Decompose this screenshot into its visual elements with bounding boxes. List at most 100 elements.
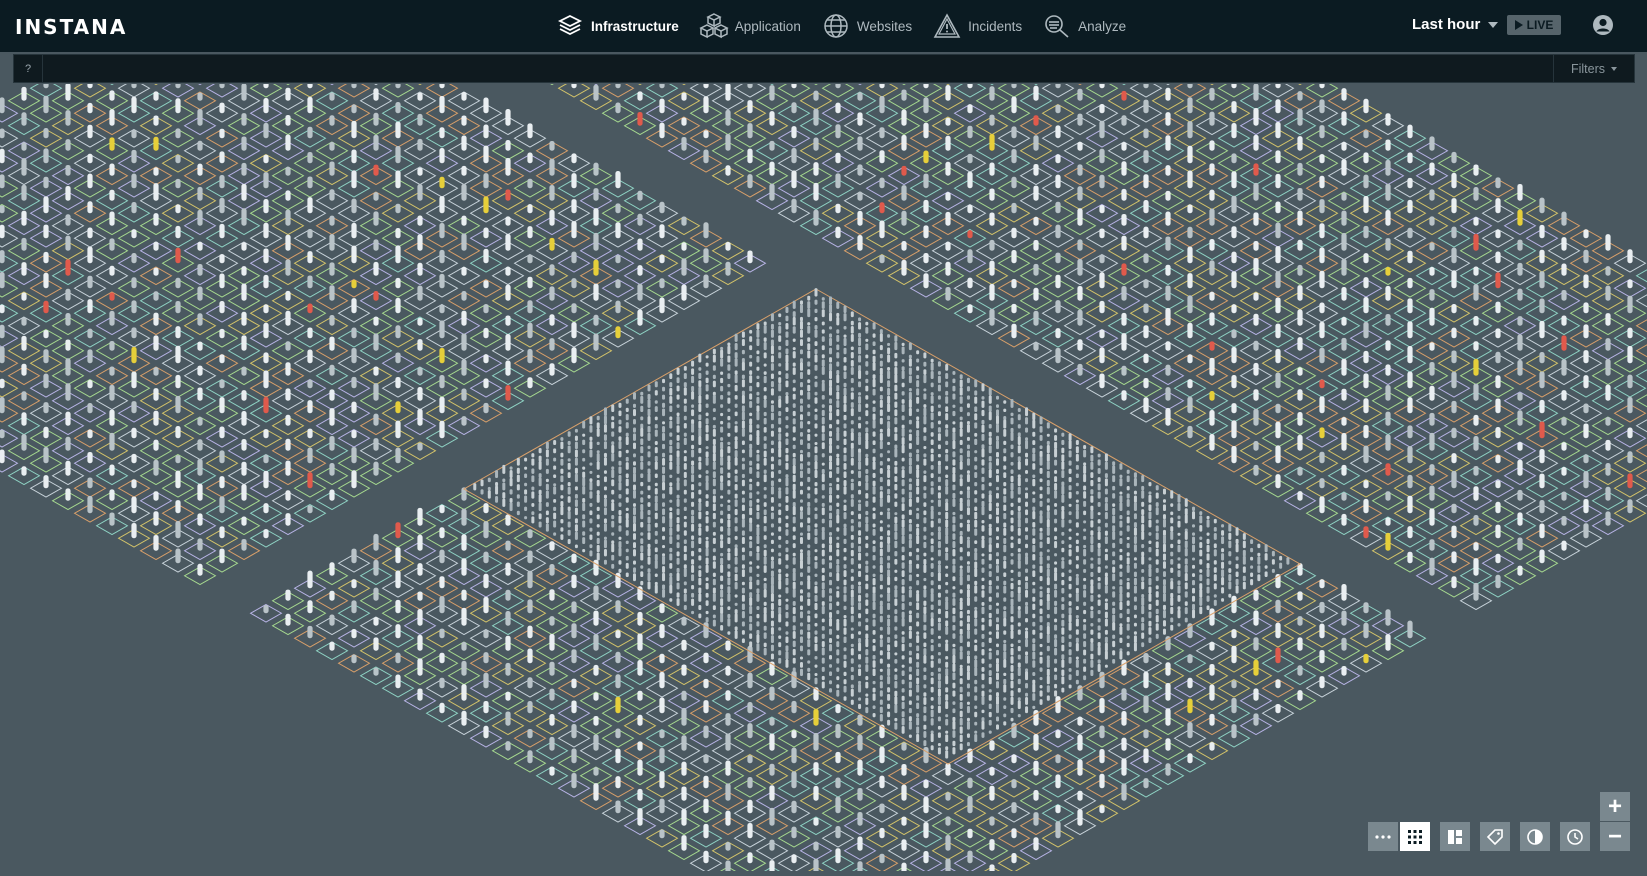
host-metric-bar[interactable] [153,313,158,326]
host-tile[interactable] [97,84,128,85]
host-metric-bar[interactable] [1011,126,1016,138]
host-metric-bar[interactable] [263,223,268,238]
host-metric-bar[interactable] [395,522,400,538]
host-metric-bar[interactable] [483,403,488,413]
host-metric-bar[interactable] [615,600,620,613]
host-metric-bar[interactable] [109,190,114,201]
host-metric-bar[interactable] [131,401,136,413]
host-metric-bar[interactable] [1055,154,1060,163]
host-metric-bar[interactable] [857,92,862,101]
host-metric-bar[interactable] [769,687,774,701]
host-metric-bar[interactable] [703,222,708,238]
host-metric-bar[interactable] [1099,149,1104,163]
host-metric-bar[interactable] [1385,412,1390,426]
host-metric-bar[interactable] [219,380,224,389]
host-metric-bar[interactable] [1473,316,1478,326]
host-metric-bar[interactable] [989,261,994,276]
host-metric-bar[interactable] [747,174,752,188]
host-metric-bar[interactable] [373,88,378,100]
host-metric-bar[interactable] [879,96,884,113]
host-metric-bar[interactable] [439,397,444,414]
host-metric-bar[interactable] [1627,296,1632,314]
host-metric-bar[interactable] [901,817,906,826]
host-metric-bar[interactable] [1099,774,1104,788]
host-metric-bar[interactable] [615,326,620,338]
host-metric-bar[interactable] [571,199,576,213]
host-metric-bar[interactable] [1297,412,1302,426]
host-metric-bar[interactable] [1341,389,1346,401]
host-metric-bar[interactable] [21,336,26,351]
host-metric-bar[interactable] [1341,359,1346,376]
host-metric-bar[interactable] [461,590,466,601]
host-metric-bar[interactable] [791,801,796,813]
host-metric-bar[interactable] [43,252,48,263]
host-metric-bar[interactable] [1451,328,1456,339]
host-metric-bar[interactable] [1165,308,1170,326]
host-metric-bar[interactable] [131,202,136,213]
host-metric-bar[interactable] [351,223,356,238]
host-metric-bar[interactable] [483,354,488,363]
host-metric-bar[interactable] [1275,679,1280,688]
host-metric-bar[interactable] [989,864,994,871]
host-metric-bar[interactable] [1341,638,1346,651]
host-metric-bar[interactable] [1319,322,1324,338]
host-metric-bar[interactable] [1055,805,1060,813]
host-metric-bar[interactable] [43,427,48,438]
host-metric-bar[interactable] [1143,129,1148,139]
host-metric-bar[interactable] [527,300,532,313]
host-metric-bar[interactable] [1561,492,1566,501]
host-metric-bar[interactable] [395,102,400,113]
host-metric-bar[interactable] [857,812,862,826]
host-metric-bar[interactable] [1253,610,1258,625]
host-metric-bar[interactable] [967,829,972,839]
host-metric-bar[interactable] [1583,274,1588,288]
host-metric-bar[interactable] [1473,234,1478,251]
host-metric-bar[interactable] [945,835,950,851]
host-metric-bar[interactable] [1077,717,1082,726]
host-metric-bar[interactable] [307,197,312,213]
host-metric-bar[interactable] [593,560,598,576]
host-metric-bar[interactable] [439,127,444,138]
host-metric-bar[interactable] [109,90,114,100]
host-metric-bar[interactable] [549,141,554,151]
host-metric-bar[interactable] [1517,512,1522,525]
host-metric-bar[interactable] [1209,642,1214,651]
host-metric-bar[interactable] [197,387,202,400]
host-metric-bar[interactable] [1319,247,1324,263]
host-metric-bar[interactable] [87,227,92,238]
host-metric-bar[interactable] [307,84,312,88]
host-metric-bar[interactable] [1363,277,1368,288]
host-metric-bar[interactable] [527,255,532,264]
host-metric-bar[interactable] [21,412,26,425]
host-metric-bar[interactable] [1231,271,1236,288]
host-metric-bar[interactable] [1627,346,1632,363]
host-tile[interactable] [1637,292,1647,310]
host-metric-bar[interactable] [1231,226,1236,238]
host-metric-bar[interactable] [219,427,224,439]
host-metric-bar[interactable] [1077,114,1082,126]
host-metric-bar[interactable] [1209,292,1214,301]
host-metric-bar[interactable] [1561,359,1566,376]
host-metric-bar[interactable] [241,84,246,101]
host-metric-bar[interactable] [241,539,246,551]
host-metric-bar[interactable] [725,165,730,175]
host-metric-bar[interactable] [1297,637,1302,650]
host-metric-bar[interactable] [835,848,840,863]
host-metric-bar[interactable] [967,84,972,88]
host-metric-bar[interactable] [1231,375,1236,388]
host-metric-bar[interactable] [1451,401,1456,413]
host-metric-bar[interactable] [307,152,312,163]
host-metric-bar[interactable] [1627,428,1632,439]
host-metric-bar[interactable] [571,278,576,288]
host-metric-bar[interactable] [439,550,444,564]
host-metric-bar[interactable] [65,84,70,101]
host-metric-bar[interactable] [417,339,422,351]
host-metric-bar[interactable] [461,166,466,176]
host-metric-bar[interactable] [1275,422,1280,439]
host-metric-bar[interactable] [1385,434,1390,450]
host-metric-bar[interactable] [1385,210,1390,226]
host-metric-bar[interactable] [197,342,202,351]
host-metric-bar[interactable] [461,509,466,526]
host-metric-bar[interactable] [1495,398,1500,413]
host-metric-bar[interactable] [725,713,730,726]
